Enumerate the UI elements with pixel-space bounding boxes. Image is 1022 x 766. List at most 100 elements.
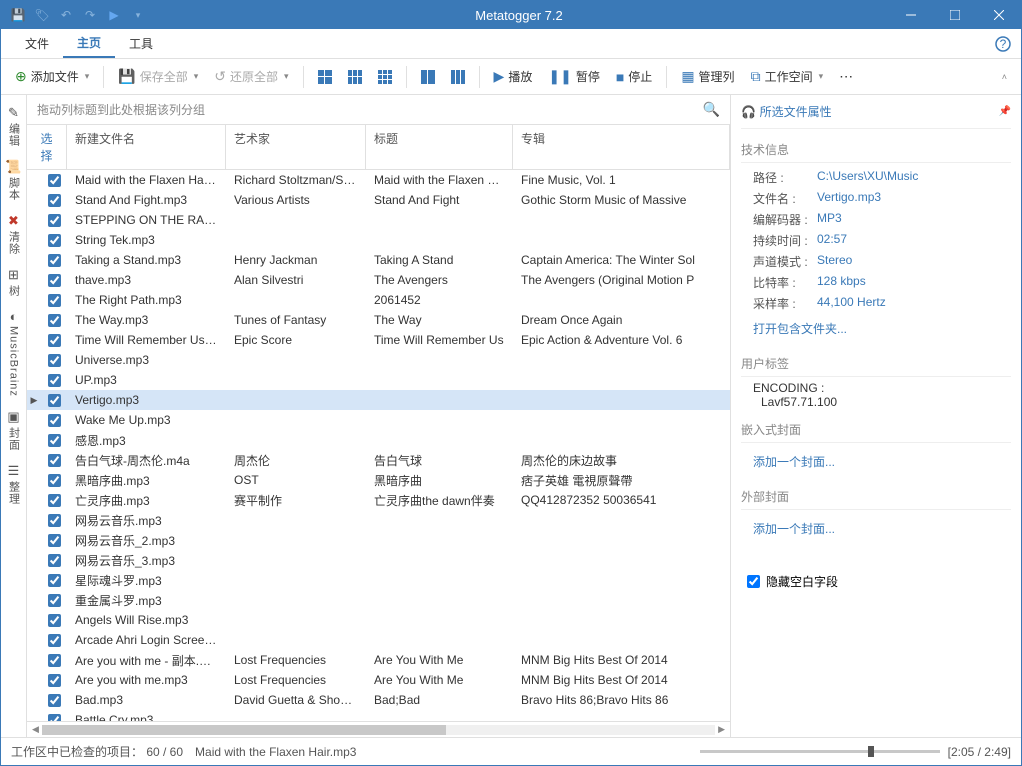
- scroll-thumb[interactable]: [42, 725, 446, 735]
- table-row[interactable]: The Way.mp3Tunes of FantasyThe WayDream …: [27, 310, 730, 330]
- table-row[interactable]: 网易云音乐.mp3: [27, 510, 730, 530]
- col-artist[interactable]: 艺术家: [226, 125, 366, 169]
- prop-duration[interactable]: 02:57: [817, 232, 847, 249]
- row-checkbox[interactable]: [48, 674, 61, 687]
- save-all-button[interactable]: 💾保存全部▾: [112, 64, 204, 89]
- slider-knob[interactable]: [868, 746, 874, 757]
- close-button[interactable]: [977, 1, 1021, 29]
- table-row[interactable]: 亡灵序曲.mp3赛平制作亡灵序曲the dawn伴奏QQ412872352 50…: [27, 490, 730, 510]
- row-checkbox[interactable]: [48, 234, 61, 247]
- sidebar-item-封面[interactable]: ▣封面: [3, 405, 25, 455]
- table-row[interactable]: 告白气球-周杰伦.m4a周杰伦告白气球周杰伦的床边故事: [27, 450, 730, 470]
- hide-empty-checkbox[interactable]: [747, 575, 760, 588]
- row-checkbox[interactable]: [48, 714, 61, 722]
- grid-cols2-button[interactable]: [415, 66, 441, 88]
- minimize-button[interactable]: [889, 1, 933, 29]
- row-checkbox[interactable]: [48, 434, 61, 447]
- table-row[interactable]: Universe.mp3: [27, 350, 730, 370]
- row-checkbox[interactable]: [48, 614, 61, 627]
- table-row[interactable]: Are you with me.mp3Lost FrequenciesAre Y…: [27, 670, 730, 690]
- row-checkbox[interactable]: [48, 194, 61, 207]
- open-folder-link[interactable]: 打开包含文件夹...: [741, 314, 1011, 343]
- row-checkbox[interactable]: [48, 354, 61, 367]
- grid-small-button[interactable]: [372, 66, 398, 88]
- col-title[interactable]: 标题: [366, 125, 513, 169]
- pause-button[interactable]: ❚❚暂停: [542, 64, 605, 89]
- row-checkbox[interactable]: [48, 214, 61, 227]
- row-checkbox[interactable]: [48, 694, 61, 707]
- search-icon[interactable]: 🔍: [703, 101, 720, 118]
- row-checkbox[interactable]: [48, 454, 61, 467]
- row-checkbox[interactable]: [48, 254, 61, 267]
- group-by-row[interactable]: 拖动列标题到此处根据该列分组 🔍: [27, 95, 730, 125]
- row-checkbox[interactable]: [48, 554, 61, 567]
- row-checkbox[interactable]: [48, 534, 61, 547]
- row-checkbox[interactable]: [48, 494, 61, 507]
- sidebar-item-树[interactable]: ⊞树: [3, 263, 25, 301]
- grid-body[interactable]: Maid with the Flaxen Hair...Richard Stol…: [27, 170, 730, 721]
- table-row[interactable]: Stand And Fight.mp3Various ArtistsStand …: [27, 190, 730, 210]
- table-row[interactable]: Taking a Stand.mp3Henry JackmanTaking A …: [27, 250, 730, 270]
- more-button[interactable]: ⋯: [833, 64, 859, 89]
- table-row[interactable]: thave.mp3Alan SilvestriThe AvengersThe A…: [27, 270, 730, 290]
- table-row[interactable]: 黑暗序曲.mp3OST黑暗序曲痞子英雄 電視原聲帶: [27, 470, 730, 490]
- table-row[interactable]: Arcade Ahri Login Screen...: [27, 630, 730, 650]
- row-checkbox[interactable]: [48, 634, 61, 647]
- pin-icon[interactable]: 📌: [999, 106, 1011, 117]
- row-checkbox[interactable]: [48, 574, 61, 587]
- grid-medium-button[interactable]: [342, 66, 368, 88]
- col-filename[interactable]: 新建文件名: [67, 125, 226, 169]
- manage-columns-button[interactable]: ▦管理列: [675, 64, 740, 89]
- qat-play-icon[interactable]: ▶: [103, 4, 125, 26]
- collapse-ribbon-button[interactable]: ˄: [994, 68, 1013, 86]
- prop-path[interactable]: C:\Users\XU\Music: [817, 169, 918, 186]
- revert-all-button[interactable]: ↺还原全部▾: [208, 64, 294, 89]
- help-button[interactable]: ?: [995, 29, 1011, 58]
- qat-redo-icon[interactable]: ↷: [79, 4, 101, 26]
- add-files-button[interactable]: ⊕添加文件▾: [9, 64, 95, 89]
- table-row[interactable]: Time Will Remember Us.mp3Epic ScoreTime …: [27, 330, 730, 350]
- prop-codec[interactable]: MP3: [817, 211, 842, 228]
- table-row[interactable]: Bad.mp3David Guetta & Showte...Bad;BadBr…: [27, 690, 730, 710]
- qat-save-icon[interactable]: 💾: [7, 4, 29, 26]
- stop-button[interactable]: ■停止: [610, 64, 658, 89]
- add-external-cover-link[interactable]: 添加一个封面...: [741, 514, 1011, 543]
- row-checkbox[interactable]: [48, 594, 61, 607]
- table-row[interactable]: Maid with the Flaxen Hair...Richard Stol…: [27, 170, 730, 190]
- table-row[interactable]: Angels Will Rise.mp3: [27, 610, 730, 630]
- sidebar-item-整理[interactable]: ☰整理: [3, 459, 25, 509]
- row-checkbox[interactable]: [48, 414, 61, 427]
- play-button[interactable]: ▶播放: [488, 64, 539, 89]
- table-row[interactable]: String Tek.mp3: [27, 230, 730, 250]
- col-album[interactable]: 专辑: [513, 125, 730, 169]
- table-row[interactable]: ▶Vertigo.mp3: [27, 390, 730, 410]
- table-row[interactable]: 星际魂斗罗.mp3: [27, 570, 730, 590]
- row-checkbox[interactable]: [48, 314, 61, 327]
- tab-home[interactable]: 主页: [63, 29, 115, 58]
- workspace-button[interactable]: ⧉工作空间▾: [745, 64, 830, 89]
- table-row[interactable]: Are you with me - 副本.mp3Lost Frequencies…: [27, 650, 730, 670]
- table-row[interactable]: 网易云音乐_2.mp3: [27, 530, 730, 550]
- sidebar-item-清除[interactable]: ✖清除: [3, 209, 25, 259]
- maximize-button[interactable]: [933, 1, 977, 29]
- prop-bitrate[interactable]: 128 kbps: [817, 274, 866, 291]
- table-row[interactable]: UP.mp3: [27, 370, 730, 390]
- prop-channels[interactable]: Stereo: [817, 253, 852, 270]
- row-checkbox[interactable]: [48, 294, 61, 307]
- sidebar-item-编辑[interactable]: ✎编辑: [3, 101, 25, 151]
- tab-file[interactable]: 文件: [11, 29, 63, 58]
- table-row[interactable]: The Right Path.mp32061452: [27, 290, 730, 310]
- row-checkbox[interactable]: [48, 334, 61, 347]
- table-row[interactable]: 重金属斗罗.mp3: [27, 590, 730, 610]
- row-checkbox[interactable]: [48, 474, 61, 487]
- horizontal-scrollbar[interactable]: ◀ ▶: [27, 721, 730, 737]
- row-checkbox[interactable]: [48, 374, 61, 387]
- sidebar-item-MusicBrainz[interactable]: ◐MusicBrainz: [3, 305, 25, 401]
- sidebar-item-脚本[interactable]: 📜脚本: [3, 155, 25, 205]
- row-checkbox[interactable]: [48, 174, 61, 187]
- row-checkbox[interactable]: [48, 654, 61, 667]
- table-row[interactable]: Wake Me Up.mp3: [27, 410, 730, 430]
- tab-tools[interactable]: 工具: [115, 29, 167, 58]
- table-row[interactable]: STEPPING ON THE RAINY...: [27, 210, 730, 230]
- prop-filename[interactable]: Vertigo.mp3: [817, 190, 881, 207]
